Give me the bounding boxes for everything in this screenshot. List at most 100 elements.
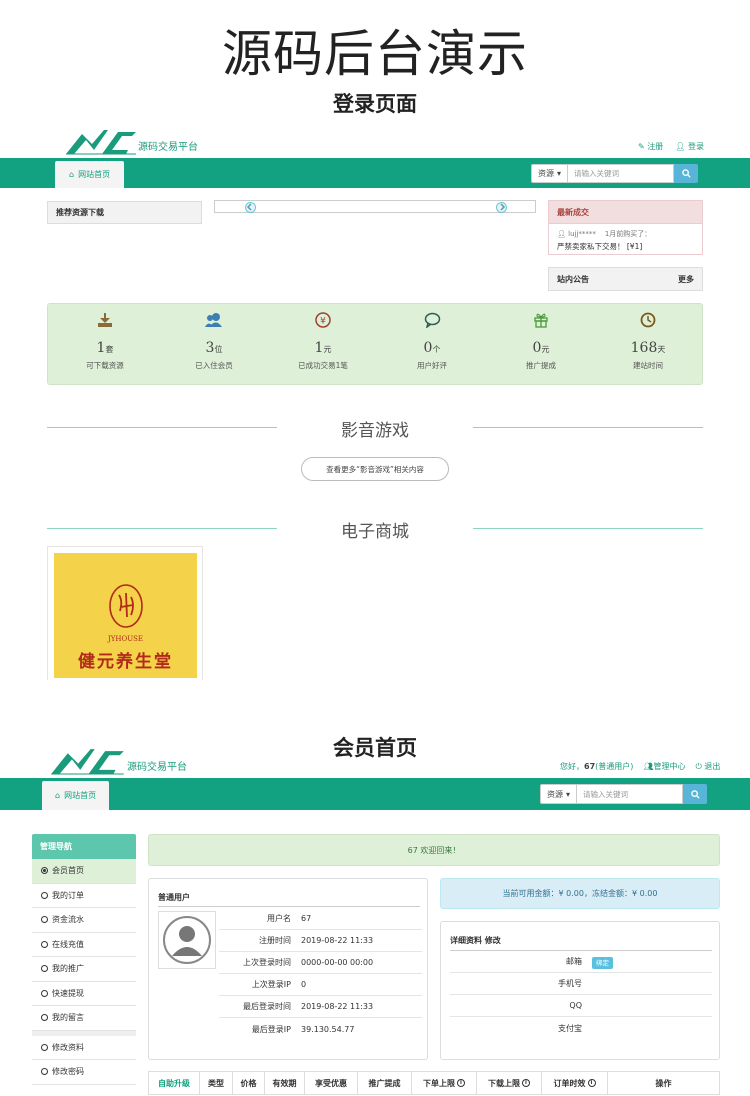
row-value: 67 [301, 914, 312, 923]
logo-text: 源码交易平台 [138, 142, 198, 153]
detail-row-phone: 手机号 [450, 973, 712, 995]
stat-label: 推广提成 [526, 361, 556, 370]
stat-item: ¥ 1元 已成功交易1笔 [268, 312, 378, 371]
bind-email-button[interactable]: 绑定 [592, 956, 613, 969]
sidebar-item-messages[interactable]: 我的留言 [32, 1006, 136, 1031]
login-section-title: 登录页面 [333, 92, 417, 116]
upgrade-table-header: 自助升级 类型 价格 有效期 享受优惠 推广提成 下单上限 i 下载上限 i 订单时… [148, 1071, 720, 1095]
stat-item: 0个 用户好评 [377, 312, 487, 371]
nav-home-label: 网站首页 [64, 791, 97, 800]
stat-unit: 个 [432, 345, 441, 354]
stat-unit: 元 [541, 345, 550, 354]
row-key: 手机号 [558, 979, 582, 988]
notice-more-link[interactable]: 更多 [678, 274, 694, 285]
login-top-links: ✎ 注册 👤︎ 登录 [638, 141, 704, 152]
carousel-prev-button[interactable] [245, 202, 256, 213]
radio-icon [41, 867, 48, 875]
sidebar-item-orders[interactable]: 我的订单 [32, 883, 136, 908]
sidebar-item-home[interactable]: 会员首页 [32, 859, 136, 884]
avatar [158, 911, 216, 969]
search-input[interactable]: 请输入关键词 [576, 784, 684, 804]
sidebar-item-funds[interactable]: 资金流水 [32, 908, 136, 933]
notice-title: 站内公告 [557, 274, 589, 284]
stat-unit: 位 [214, 345, 223, 354]
latest-deal-meta: 👤︎ lujj***** 1月前购买了： [549, 224, 702, 239]
sidebar-item-label: 我的留言 [52, 1013, 84, 1023]
detail-row-alipay: 支付宝 [450, 1017, 712, 1039]
radio-icon [41, 1068, 48, 1076]
logo-text: 源码交易平台 [127, 762, 187, 773]
radio-icon [41, 965, 48, 973]
product-image: JYHOUSE 健元养生堂 [54, 553, 197, 678]
product-card[interactable]: JYHOUSE 健元养生堂 [47, 546, 203, 680]
register-link-label: 注册 [647, 142, 664, 151]
product-brand-en: JYHOUSE [107, 635, 144, 643]
sidebar-item-recharge[interactable]: 在线充值 [32, 932, 136, 957]
carousel [214, 200, 536, 213]
stat-item: 1套 可下载资源 [50, 312, 160, 371]
register-link[interactable]: ✎ 注册 [638, 141, 663, 152]
welcome-alert: 67 欢迎回来！ [148, 834, 720, 866]
manage-center-link[interactable]: 👥︎管理中心 [643, 761, 685, 772]
view-more-button[interactable]: 查看更多“影音游戏”相关内容 [301, 457, 449, 481]
sidebar-item-edit-profile[interactable]: 修改资料 [32, 1035, 136, 1060]
search-button[interactable] [674, 164, 699, 183]
info-icon[interactable]: i [522, 1079, 530, 1087]
row-key: 支付宝 [558, 1023, 582, 1033]
user-row-last-login-ip: 上次登录IP 0 [219, 974, 422, 996]
col-header-with-info: 订单时效 i [542, 1072, 608, 1094]
clock-icon [640, 312, 656, 328]
stat-label: 可下载资源 [86, 361, 124, 370]
sidebar-item-promotion[interactable]: 我的推广 [32, 957, 136, 982]
caret-down-icon: ▾ [557, 169, 562, 178]
logo-mark-icon [66, 130, 136, 155]
recommend-title: 推荐资源下载 [48, 202, 201, 223]
member-navbar: ⌂ 网站首页 资源 ▾ 请输入关键词 [0, 778, 750, 810]
site-logo[interactable]: 源码交易平台 [66, 128, 198, 155]
radio-icon [41, 891, 48, 899]
site-logo[interactable]: 源码交易平台 [50, 747, 187, 775]
home-icon: ⌂ [69, 170, 75, 179]
logout-label: 退出 [704, 762, 721, 771]
row-key: 上次登录时间 [243, 958, 291, 967]
user-card-title: 普通用户 [158, 889, 420, 907]
home-icon: ⌂ [55, 791, 61, 800]
search-type-select[interactable]: 资源 ▾ [540, 784, 577, 804]
search-input[interactable]: 请输入关键词 [567, 164, 675, 183]
stat-value: 168 [630, 340, 658, 356]
nav-home-tab[interactable]: ⌂ 网站首页 [42, 781, 110, 810]
latest-deal-time: 1月前购买了： [604, 230, 652, 238]
sidebar-item-change-password[interactable]: 修改密码 [32, 1060, 136, 1085]
carousel-next-button[interactable] [496, 202, 507, 213]
nav-home-tab[interactable]: ⌂ 网站首页 [55, 161, 125, 188]
logout-link[interactable]: ⏻ 退出 [696, 761, 721, 772]
info-icon[interactable]: i [587, 1079, 596, 1087]
stat-label: 已入住会员 [195, 361, 233, 370]
radio-icon [41, 916, 48, 924]
search-type-select[interactable]: 资源 ▾ [531, 164, 568, 183]
chevron-right-icon [500, 203, 506, 211]
row-key: 最后登录IP [251, 1024, 291, 1034]
latest-deal-item[interactable]: 严禁卖家私下交易！ [¥1] [549, 239, 702, 254]
sidebar-item-withdraw[interactable]: 快速提现 [32, 981, 136, 1006]
section-title-media: 影音游戏 [341, 421, 409, 441]
download-icon [98, 313, 112, 327]
row-key: 上次登录IP [251, 980, 291, 989]
stat-unit: 套 [105, 345, 114, 354]
member-top-links: 您好，67(普通用户) 👥︎管理中心 ⏻ 退出 [560, 761, 720, 772]
sidebar-item-label: 我的订单 [52, 890, 84, 900]
user-row-latest-login-ip: 最后登录IP 39.130.54.77 [219, 1018, 422, 1040]
page-title: 源码后台演示 [222, 25, 528, 83]
detail-card-title[interactable]: 详细资料 修改 [450, 931, 712, 951]
stat-unit: 天 [657, 345, 666, 354]
col-header-with-info: 下载上限 i [477, 1072, 542, 1094]
info-icon[interactable]: i [457, 1079, 465, 1087]
site-stats: 1套 可下载资源 3位 已入住会员 ¥ 1元 已成功交易1笔 0个 用户好评 0… [47, 303, 703, 385]
search-button[interactable] [683, 784, 708, 804]
col-header: 操作 [655, 1078, 672, 1088]
greeting-label: 您好， [560, 762, 584, 771]
user-row-latest-login-time: 最后登录时间 2019-08-22 11:33 [219, 996, 422, 1018]
nav-home-label: 网站首页 [78, 170, 111, 179]
login-link[interactable]: 👤︎ 登录 [675, 141, 704, 152]
login-navbar: ⌂ 网站首页 资源 ▾ 请输入关键词 [0, 158, 750, 188]
